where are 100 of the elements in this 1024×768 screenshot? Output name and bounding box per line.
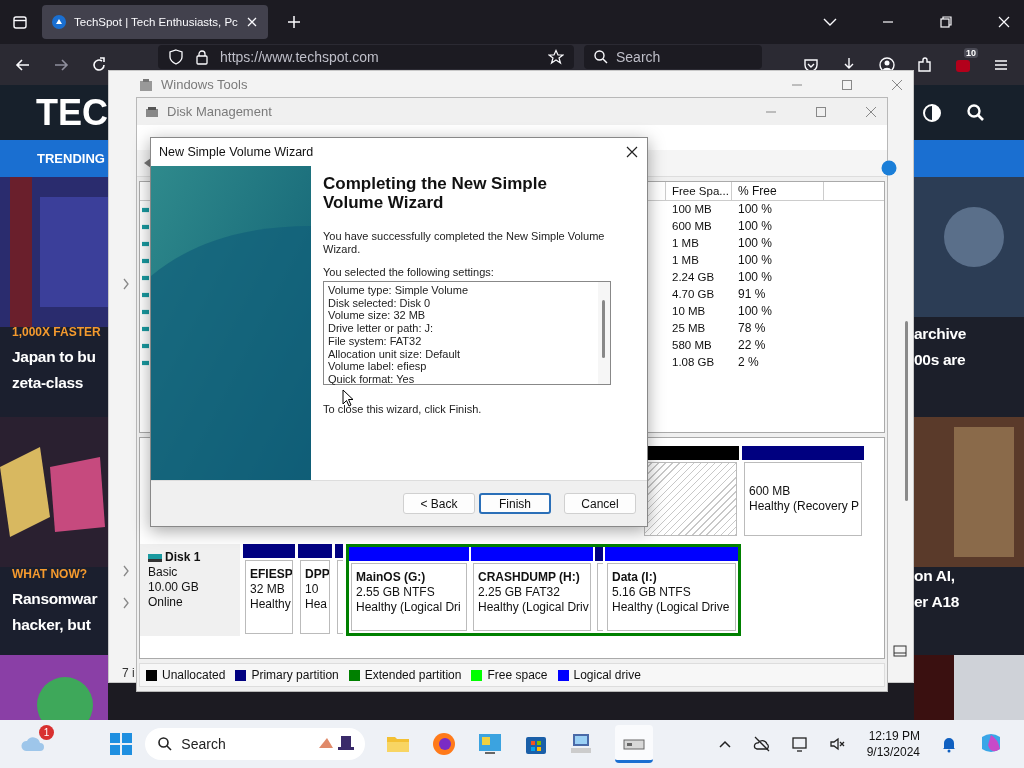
article-title-line[interactable]: Ransomwar (12, 586, 98, 612)
dialog-button[interactable]: < Back (403, 493, 475, 514)
partition-block[interactable]: DPP 10 Hea (300, 560, 330, 634)
table-cell-text: 100 % (737, 252, 774, 269)
reload-icon[interactable] (90, 55, 108, 74)
volume-icon (142, 308, 149, 315)
partition-info: Healthy (Logical Dri (356, 600, 462, 615)
clock-date[interactable]: 9/13/2024 (866, 744, 920, 760)
table-cell-text: 91 % (737, 286, 767, 303)
new-tab-icon[interactable] (285, 14, 302, 30)
taskbar-search-field[interactable]: Search (145, 728, 366, 760)
disk-label-panel[interactable]: Disk 1 Basic 10.00 GB Online (140, 544, 240, 636)
table-cell-text: 580 MB (671, 338, 713, 353)
address-bar[interactable]: https://www.techspot.com (158, 45, 574, 69)
site-logo[interactable]: TEC (36, 91, 108, 134)
setting-line: Allocation unit size: Default (328, 347, 461, 361)
search-icon (157, 736, 174, 752)
partition-info: Healthy (Recovery P (749, 499, 857, 514)
scrollbar-thumb[interactable] (602, 300, 605, 358)
contrast-icon[interactable] (922, 102, 942, 123)
maximize-icon[interactable] (841, 78, 853, 91)
close-icon[interactable] (625, 145, 639, 159)
article-tag: 1,000X FASTER (12, 325, 101, 339)
cloud-off-icon[interactable] (752, 735, 771, 753)
partition-info: 10 (305, 582, 320, 597)
partition-block[interactable]: 600 MB Healthy (Recovery P (744, 462, 862, 536)
shield-icon[interactable] (168, 49, 184, 65)
dialog-title: New Simple Volume Wizard (159, 145, 314, 159)
table-cell-text: 10 MB (671, 304, 707, 319)
clock-time[interactable]: 12:19 PM (868, 728, 920, 744)
volume-icon (142, 206, 149, 213)
speaker-muted-icon[interactable] (828, 735, 847, 753)
trending-link[interactable]: TRENDING (37, 151, 105, 166)
article-title-line[interactable]: er A18 (914, 589, 960, 615)
star-icon[interactable] (548, 49, 564, 65)
partition-info: 600 MB (749, 484, 792, 499)
search-icon (593, 49, 609, 65)
search-icon[interactable] (966, 102, 986, 123)
volume-icon (142, 240, 149, 247)
settings-summary-box[interactable]: Volume type: Simple Volume Disk selected: Disk 0 Volume size: 32 MB Drive letter or path: J: File system: FAT32 Allocation unit size: Default Volume label: efiesp Quick format: Yes (323, 281, 611, 385)
table-cell-text: 100 % (737, 201, 774, 218)
status-text: 7 i (122, 666, 135, 680)
article-title-line[interactable]: hacker, but (12, 612, 98, 638)
table-cell-text: 100 % (737, 269, 774, 286)
dialog-button[interactable]: Cancel (564, 493, 636, 514)
disk-status: Online (148, 595, 184, 610)
table-cell-text: 1.08 GB (671, 355, 716, 370)
chevron-right-icon[interactable] (122, 597, 130, 609)
window-title: Windows Tools (161, 77, 248, 92)
control-panel-icon[interactable] (477, 731, 504, 757)
partition-block[interactable]: MainOS (G:) 2.55 GB NTFS Healthy (Logical Dri (351, 563, 467, 631)
extended-partition[interactable]: MainOS (G:) 2.55 GB NTFS Healthy (Logical Dri CRASHDUMP (H:) 2.25 GB FAT32 Healthy (Logical Driv Data (I:) 5.16 GB NTFS Healthy (Logical Drive (346, 544, 741, 636)
partition-info: Hea (305, 597, 325, 612)
table-cell-text: 78 % (737, 320, 767, 337)
maximize-icon[interactable] (815, 105, 827, 118)
article-title-line[interactable]: Japan to bu (12, 344, 101, 370)
table-cell-text: 600 MB (671, 219, 713, 234)
disk-name: Disk 1 (165, 550, 201, 565)
partition-block[interactable]: EFIESP 32 MB Healthy (245, 560, 293, 634)
legend-label: Unallocated (162, 668, 226, 682)
article-title-line[interactable]: archive (914, 321, 967, 347)
column-header[interactable]: Free Spa... (666, 182, 732, 200)
article-title-line[interactable]: zeta-class (12, 370, 101, 396)
firefox-icon[interactable] (431, 731, 458, 757)
partition-name: CRASHDUMP (H:) (478, 570, 581, 585)
start-icon[interactable] (109, 732, 134, 756)
close-tab-icon[interactable] (245, 16, 258, 28)
partition-info: 32 MB (250, 582, 286, 597)
search-field[interactable]: Search (584, 45, 762, 69)
close-icon[interactable] (996, 14, 1012, 30)
chevron-right-icon[interactable] (122, 565, 130, 577)
volume-icon (142, 359, 149, 366)
tab-list-icon[interactable] (12, 14, 28, 30)
article-tag: WHAT NOW? (12, 567, 98, 581)
legend-label: Extended partition (364, 668, 462, 682)
partition-block[interactable]: Data (I:) 5.16 GB NTFS Healthy (Logical Drive (607, 563, 736, 631)
article-title-line[interactable]: on AI, (914, 563, 960, 589)
puzzle-icon[interactable] (916, 55, 934, 74)
wizard-message: To close this wizard, click Finish. (323, 403, 483, 416)
partition-block[interactable]: CRASHDUMP (H:) 2.25 GB FAT32 Healthy (Logical Driv (473, 563, 591, 631)
mouse-cursor-icon (342, 389, 354, 407)
help-icon[interactable] (881, 160, 897, 176)
wizard-heading: Completing the New Simple Volume Wizard (323, 174, 548, 212)
notification-badge: 1 (39, 725, 54, 740)
chevron-right-icon[interactable] (122, 278, 130, 290)
scrollbar-thumb[interactable] (905, 321, 908, 501)
monitor-icon[interactable] (790, 735, 809, 753)
volume-icon (142, 325, 149, 332)
dialog-button[interactable]: Finish (479, 493, 551, 514)
disk-management-icon (145, 104, 159, 119)
settings-label: You selected the following settings: (323, 266, 495, 279)
browser-tab[interactable]: TechSpot | Tech Enthusiasts, Pc (42, 5, 268, 39)
restore-icon[interactable] (938, 14, 954, 30)
setting-line: Drive letter or path: J: (328, 322, 434, 335)
disk-size: 10.00 GB (148, 580, 200, 595)
window-title: Disk Management (167, 104, 272, 119)
preview-pane-icon[interactable] (893, 644, 907, 658)
article-title-line[interactable]: 00s are (914, 347, 967, 373)
legend-label: Free space (487, 668, 548, 682)
column-header[interactable]: % Free (732, 182, 824, 200)
